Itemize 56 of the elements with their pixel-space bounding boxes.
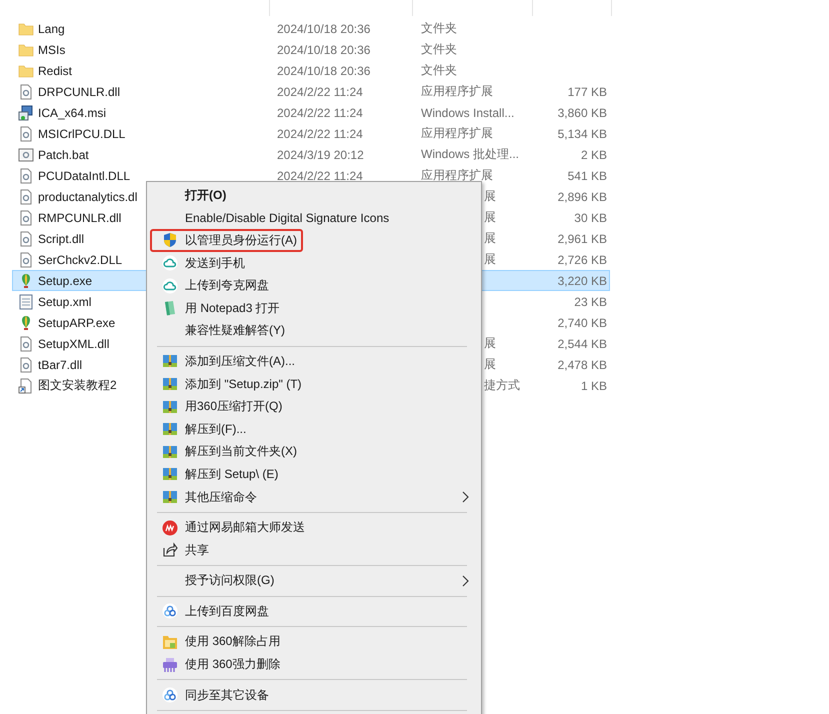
file-type: 文件夹 [421,21,457,35]
file-name: SetupXML.dll [38,336,110,350]
file-type: 应用程序扩展 [421,168,493,182]
file-type: 展 [484,189,496,203]
file-name: Setup.xml [38,294,92,308]
file-size: 5,134 KB [558,126,607,140]
file-name: MSICrlPCU.DLL [38,126,126,140]
modified-date: 2024/3/19 20:12 [277,148,364,162]
modified-date: 2024/2/22 11:24 [277,126,363,140]
file-name: MSIs [38,42,66,56]
file-name: SetupARP.exe [38,316,116,330]
file-type: 展 [484,336,496,350]
file-name: productanalytics.dl [38,190,138,204]
file-name: 图文安装教程2 [38,377,117,394]
file-type: Windows Install... [421,106,514,120]
modified-date: 2024/2/22 11:24 [277,168,363,182]
modified-date: 2024/10/18 20:36 [277,42,370,56]
file-type: Windows 批处理... [421,147,520,161]
file-type: 应用程序扩展 [421,84,493,98]
file-size: 3,220 KB [558,274,607,288]
file-name: PCUDataIntl.DLL [38,168,130,182]
file-name: Setup.exe [38,274,92,288]
modified-date: 2024/2/22 11:24 [277,84,363,98]
file-size: 2,478 KB [558,358,607,372]
file-size: 23 KB [574,294,607,308]
file-name: ICA_x64.msi [38,106,106,120]
file-name: DRPCUNLR.dll [38,84,120,98]
modified-date: 2024/10/18 20:36 [277,22,370,36]
file-size: 2,740 KB [558,316,607,330]
file-name: RMPCUNLR.dll [38,210,122,224]
file-size: 2,726 KB [558,252,607,266]
modified-date: 2024/10/18 20:36 [277,64,370,78]
file-name: Script.dll [38,232,84,246]
file-type: 捷方式 [484,378,520,392]
file-type: 展 [484,231,496,245]
file-name: SerChckv2.DLL [38,252,122,266]
file-size: 541 KB [568,168,607,182]
file-type: 展 [484,210,496,224]
file-size: 177 KB [568,84,607,98]
file-name: Lang [38,22,65,36]
file-size: 2 KB [580,148,607,162]
file-type: 文件夹 [421,42,457,56]
file-type: 展 [484,357,496,371]
file-type: 应用程序扩展 [421,126,493,140]
modified-date: 2024/2/22 11:24 [277,106,363,120]
file-size: 3,860 KB [558,106,607,120]
file-size: 1 KB [580,378,607,392]
file-type: 文件夹 [421,63,457,77]
file-name: tBar7.dll [38,358,82,372]
file-size: 30 KB [574,210,607,224]
file-name: Redist [38,64,72,78]
file-size: 2,544 KB [558,336,607,350]
file-type: 展 [484,252,496,266]
file-name: Patch.bat [38,148,89,162]
file-size: 2,896 KB [558,190,607,204]
file-size: 2,961 KB [558,232,607,246]
